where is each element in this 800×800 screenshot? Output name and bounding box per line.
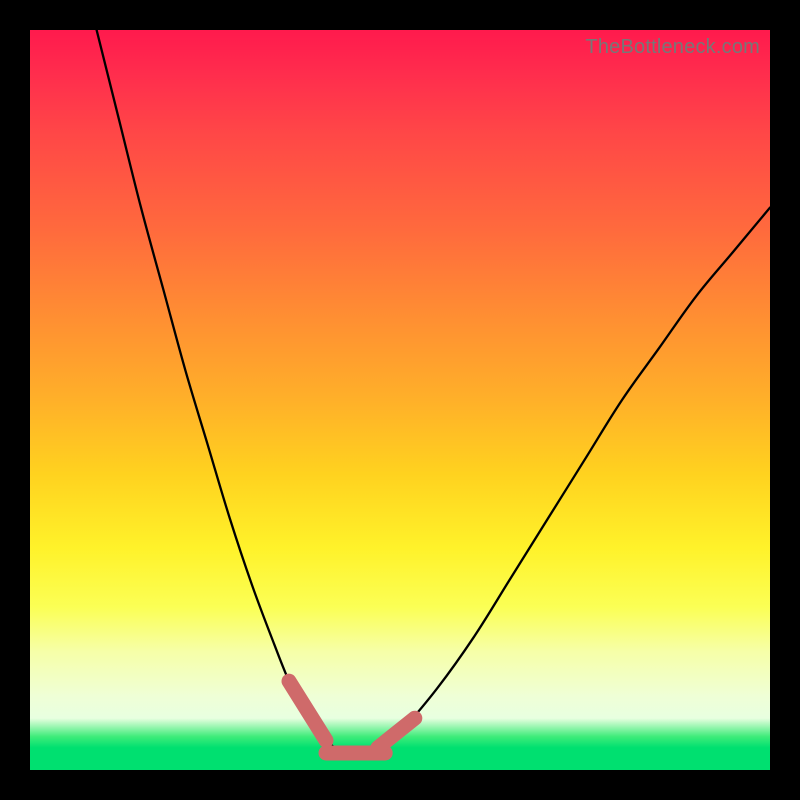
highlight-segment xyxy=(289,681,326,740)
chart-svg xyxy=(30,30,770,770)
chart-plot-area: TheBottleneck.com xyxy=(30,30,770,770)
chart-frame: TheBottleneck.com xyxy=(0,0,800,800)
bottleneck-curve-path xyxy=(97,30,770,756)
highlight-group xyxy=(289,681,415,753)
highlight-segment xyxy=(378,718,415,748)
